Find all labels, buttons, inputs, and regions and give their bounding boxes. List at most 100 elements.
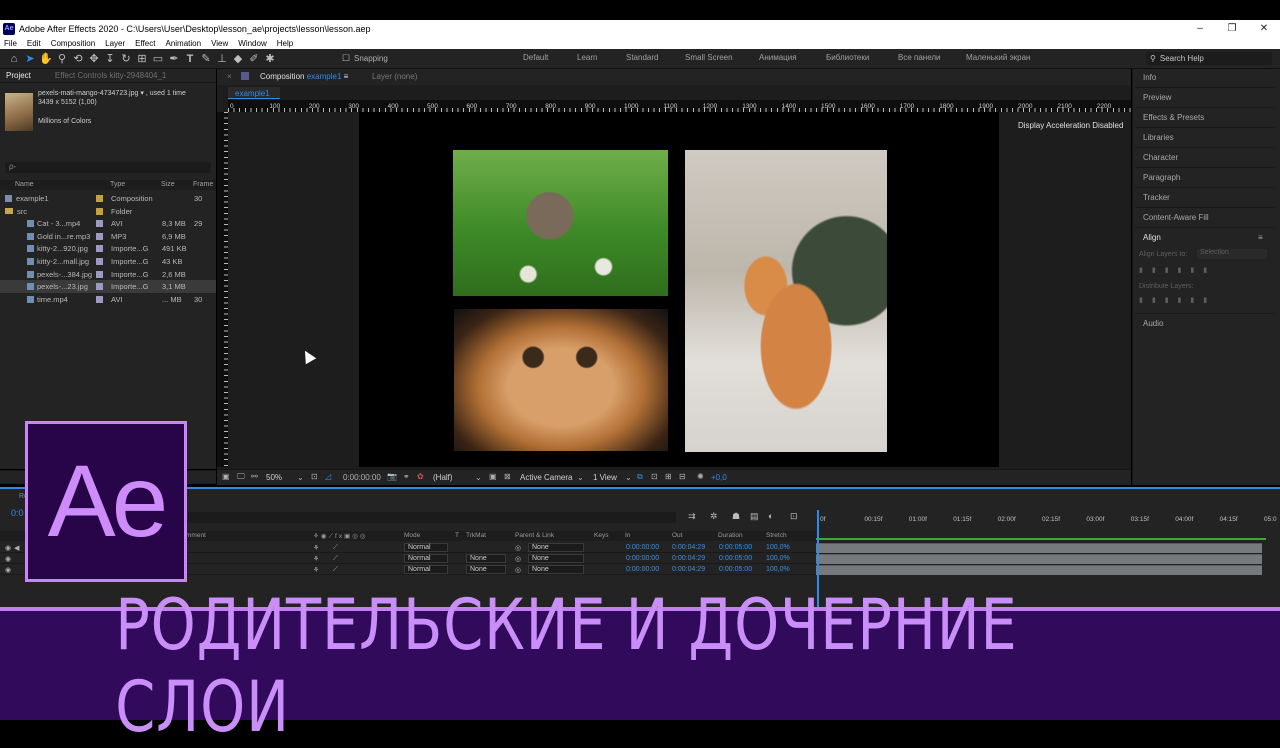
comp-subtab[interactable]: example1 [228,87,280,99]
timeline-search-input[interactable] [188,512,676,523]
panel-character[interactable]: Character [1143,153,1178,162]
transparency-grid-icon[interactable]: ⊠ [504,472,511,481]
quality-switch-icon[interactable]: ⟋ [333,544,338,552]
project-item[interactable]: src Folder [0,205,216,218]
roto-brush-icon[interactable]: ✐ [246,51,262,67]
pickwhip-icon[interactable]: ◎ [515,555,521,563]
menu-layer[interactable]: Layer [105,39,125,48]
pan-tool-icon[interactable]: ✥ [86,51,102,67]
project-item[interactable]: Cat - 3...mp4 AVI 8,3 MB 29 [0,217,216,230]
eraser-tool-icon[interactable]: ◆ [230,51,246,67]
project-item[interactable]: pexels-...384.jpg Importe...G 2,6 MB [0,268,216,281]
label-color-swatch[interactable] [96,295,103,303]
monitor-icon[interactable]: 🖵 [237,472,245,482]
orbit-tool-icon[interactable]: ⟲ [70,51,86,67]
layer-in[interactable]: 0:00:00:00 [626,566,659,573]
col-type[interactable]: Type [110,181,125,188]
menu-help[interactable]: Help [277,39,293,48]
layer-out[interactable]: 0:00:04:29 [672,566,705,573]
frame-blending-icon[interactable]: ▤ [750,511,759,522]
tab-project[interactable]: Project [6,71,31,80]
label-color-swatch[interactable] [96,207,103,215]
brush-tool-icon[interactable]: ✎ [198,51,214,67]
align-buttons-icon[interactable]: ▮▮▮▮▮▮ [1139,266,1216,274]
layer-stretch[interactable]: 100,0% [766,566,790,573]
dolly-tool-icon[interactable]: ↧ [102,51,118,67]
timeline-timecode[interactable]: 0:0 [11,508,24,518]
label-color-swatch[interactable] [96,245,103,253]
panel-libraries[interactable]: Libraries [1143,133,1174,142]
col-out[interactable]: Out [672,532,682,539]
align-target-select[interactable]: Selection [1197,249,1267,259]
panel-info[interactable]: Info [1143,73,1156,82]
project-item[interactable]: pexels-...23.jpg Importe...G 3,1 MB [0,280,216,293]
col-size[interactable]: Size [161,181,175,188]
zoom-select[interactable]: 50% [266,473,282,482]
layer-bar[interactable] [816,565,1262,575]
menu-animation[interactable]: Animation [165,39,201,48]
hand-tool-icon[interactable]: ✋ [38,51,54,67]
label-color-swatch[interactable] [96,258,103,265]
rectangle-tool-icon[interactable]: ▭ [150,51,166,67]
panel-preview[interactable]: Preview [1143,93,1171,102]
col-t[interactable]: T [455,532,459,539]
work-area-bar[interactable] [816,538,1266,540]
parent-select[interactable]: None [528,543,584,552]
menu-view[interactable]: View [211,39,228,48]
layer-duration[interactable]: 0:00:05:00 [719,544,752,551]
parent-select[interactable]: None [528,565,584,574]
col-parent[interactable]: Parent & Link [515,532,554,539]
zoom-tool-icon[interactable]: ⚲ [54,51,70,67]
layer-in[interactable]: 0:00:00:00 [626,544,659,551]
type-tool-icon[interactable]: T [182,51,198,67]
puppet-pin-icon[interactable]: ✱ [262,51,278,67]
timeline-toggle-icon[interactable]: ⊞ [665,472,672,481]
tab-composition[interactable]: Composition example1 ≡ [260,72,348,81]
chevron-down-icon[interactable]: ⌄ [625,473,632,482]
workspace-standard[interactable]: Standard [626,53,658,62]
color-channel-icon[interactable]: ✿ [417,472,424,481]
col-in[interactable]: In [625,532,630,539]
parent-select[interactable]: None [528,554,584,563]
shy-switch-icon[interactable]: ⚘ [313,544,319,552]
fast-preview-icon[interactable]: ⊡ [651,472,658,481]
col-trkmat[interactable]: TrkMat [466,532,486,539]
project-item[interactable]: Gold in...re.mp3 MP3 6,9 MB [0,230,216,243]
search-help-field[interactable]: ⚲ Search Help [1146,52,1272,65]
region-of-interest-icon[interactable]: ▣ [489,472,497,481]
toggle-pixel-icon[interactable]: ⧉ [637,472,643,482]
visibility-eye-icon[interactable]: ◉ [5,555,11,563]
menu-edit[interactable]: Edit [27,39,41,48]
layer-out[interactable]: 0:00:04:29 [672,555,705,562]
tab-effect-controls[interactable]: Effect Controls kitty-2948404_1 [55,71,166,80]
pickwhip-icon[interactable]: ◎ [515,544,521,552]
quality-switch-icon[interactable]: ⟋ [333,566,338,574]
col-frame[interactable]: Frame [193,181,213,188]
project-item[interactable]: kitty-2...mall.jpg Importe...G 43 KB [0,255,216,268]
region-icon[interactable]: ◿ [325,472,331,481]
chevron-down-icon[interactable]: ⌄ [297,473,304,482]
layer-stretch[interactable]: 100,0% [766,555,790,562]
layer-stretch[interactable]: 100,0% [766,544,790,551]
draft-3d-icon[interactable]: ✲ [710,511,718,522]
label-color-swatch[interactable] [96,220,103,228]
kitten-in-grass-layer[interactable] [453,150,668,296]
mode-select[interactable]: Normal [404,565,448,574]
vr-glasses-icon[interactable]: ⚯ [251,472,258,481]
quality-switch-icon[interactable]: ⟋ [333,555,338,563]
visibility-eye-icon[interactable]: ◉ [5,544,11,552]
clone-stamp-icon[interactable]: ⊥ [214,51,230,67]
shy-layers-icon[interactable]: ☗ [732,511,740,522]
minimize-button[interactable]: – [1186,20,1214,37]
trkmat-select[interactable]: None [466,554,506,563]
layer-bar[interactable] [816,543,1262,553]
exposure-reset-icon[interactable]: ✺ [697,472,704,481]
switches-icons[interactable]: ⚘◉⟋fx▣◎◎ [313,532,368,541]
tab-layer[interactable]: Layer (none) [372,72,417,81]
rotate-tool-icon[interactable]: ↻ [118,51,134,67]
menu-icon[interactable]: ≡ [1258,233,1263,242]
view-layout-select[interactable]: 1 View [593,473,617,482]
camera-select[interactable]: Active Camera [520,473,572,482]
selection-tool-icon[interactable]: ➤ [22,51,38,67]
workspace-default[interactable]: Default [523,53,548,62]
